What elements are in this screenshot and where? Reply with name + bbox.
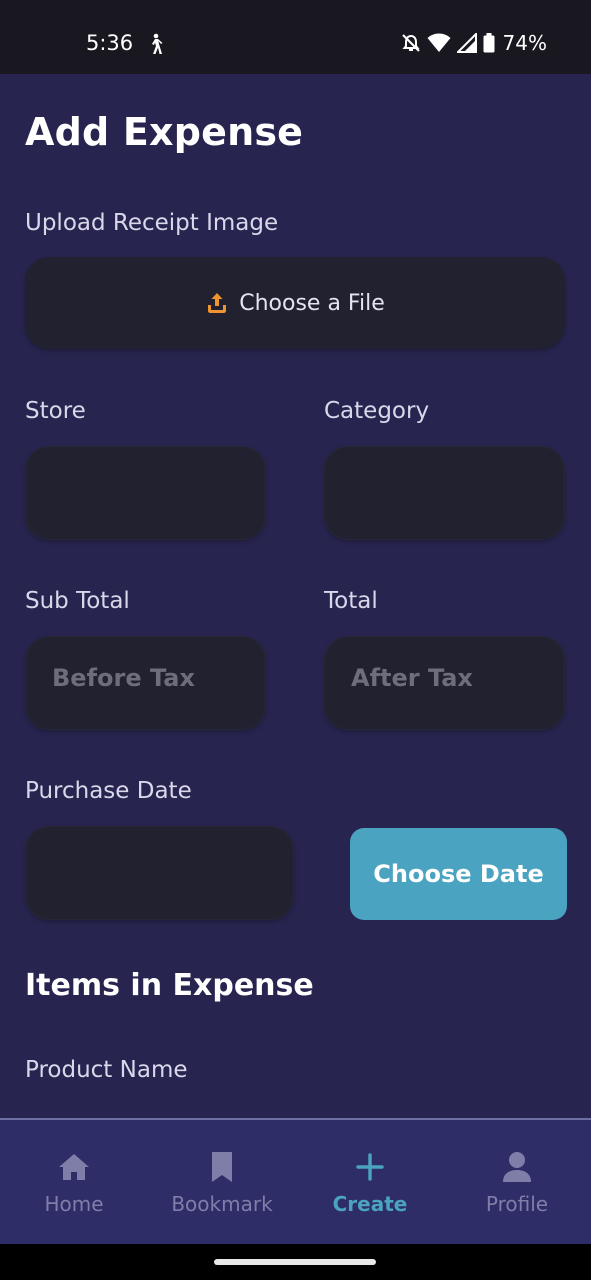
home-icon: [59, 1154, 89, 1180]
subtotal-input[interactable]: Before Tax: [25, 636, 266, 730]
gesture-bar: [0, 1244, 591, 1280]
bottom-nav: Home Bookmark Create Profile: [0, 1118, 591, 1244]
nav-create[interactable]: Create: [296, 1120, 444, 1244]
signal-icon: [456, 33, 477, 53]
subtotal-label: Sub Total: [25, 588, 130, 614]
alarm-off-icon: [401, 34, 420, 52]
upload-label: Upload Receipt Image: [25, 210, 279, 236]
battery-percent: 74%: [502, 31, 547, 55]
plus-icon: [356, 1153, 384, 1181]
total-input[interactable]: After Tax: [324, 636, 565, 730]
category-input[interactable]: [324, 446, 565, 540]
choose-date-button[interactable]: Choose Date: [350, 828, 567, 920]
person-icon: [503, 1152, 531, 1182]
total-placeholder: After Tax: [351, 664, 473, 692]
nav-bookmark-label: Bookmark: [171, 1192, 273, 1216]
nav-bookmark[interactable]: Bookmark: [148, 1120, 296, 1244]
nav-create-label: Create: [332, 1192, 408, 1216]
items-section-title: Items in Expense: [25, 968, 314, 1003]
status-icons: 74%: [401, 31, 547, 55]
upload-icon: [208, 293, 227, 313]
page-title: Add Expense: [25, 110, 304, 154]
store-input[interactable]: [25, 446, 266, 540]
purchase-date-input[interactable]: [25, 826, 294, 920]
nav-profile-label: Profile: [485, 1192, 549, 1216]
purchase-date-label: Purchase Date: [25, 778, 192, 804]
home-gesture-handle[interactable]: [214, 1259, 376, 1265]
walking-icon: [152, 33, 163, 54]
add-expense-form: Add Expense Upload Receipt Image Choose …: [0, 74, 591, 1118]
subtotal-placeholder: Before Tax: [52, 664, 195, 692]
status-time: 5:36: [86, 31, 134, 55]
store-label: Store: [25, 398, 86, 424]
total-label: Total: [324, 588, 378, 614]
battery-icon: [483, 33, 495, 53]
bookmark-icon: [212, 1152, 232, 1182]
status-bar: 5:36 74%: [0, 0, 591, 74]
choose-file-label: Choose a File: [239, 290, 385, 316]
wifi-icon: [427, 33, 451, 52]
nav-home[interactable]: Home: [0, 1120, 148, 1244]
choose-file-button[interactable]: Choose a File: [25, 257, 565, 349]
product-name-label: Product Name: [25, 1057, 188, 1083]
nav-home-label: Home: [44, 1192, 104, 1216]
nav-profile[interactable]: Profile: [443, 1120, 591, 1244]
category-label: Category: [324, 398, 430, 424]
